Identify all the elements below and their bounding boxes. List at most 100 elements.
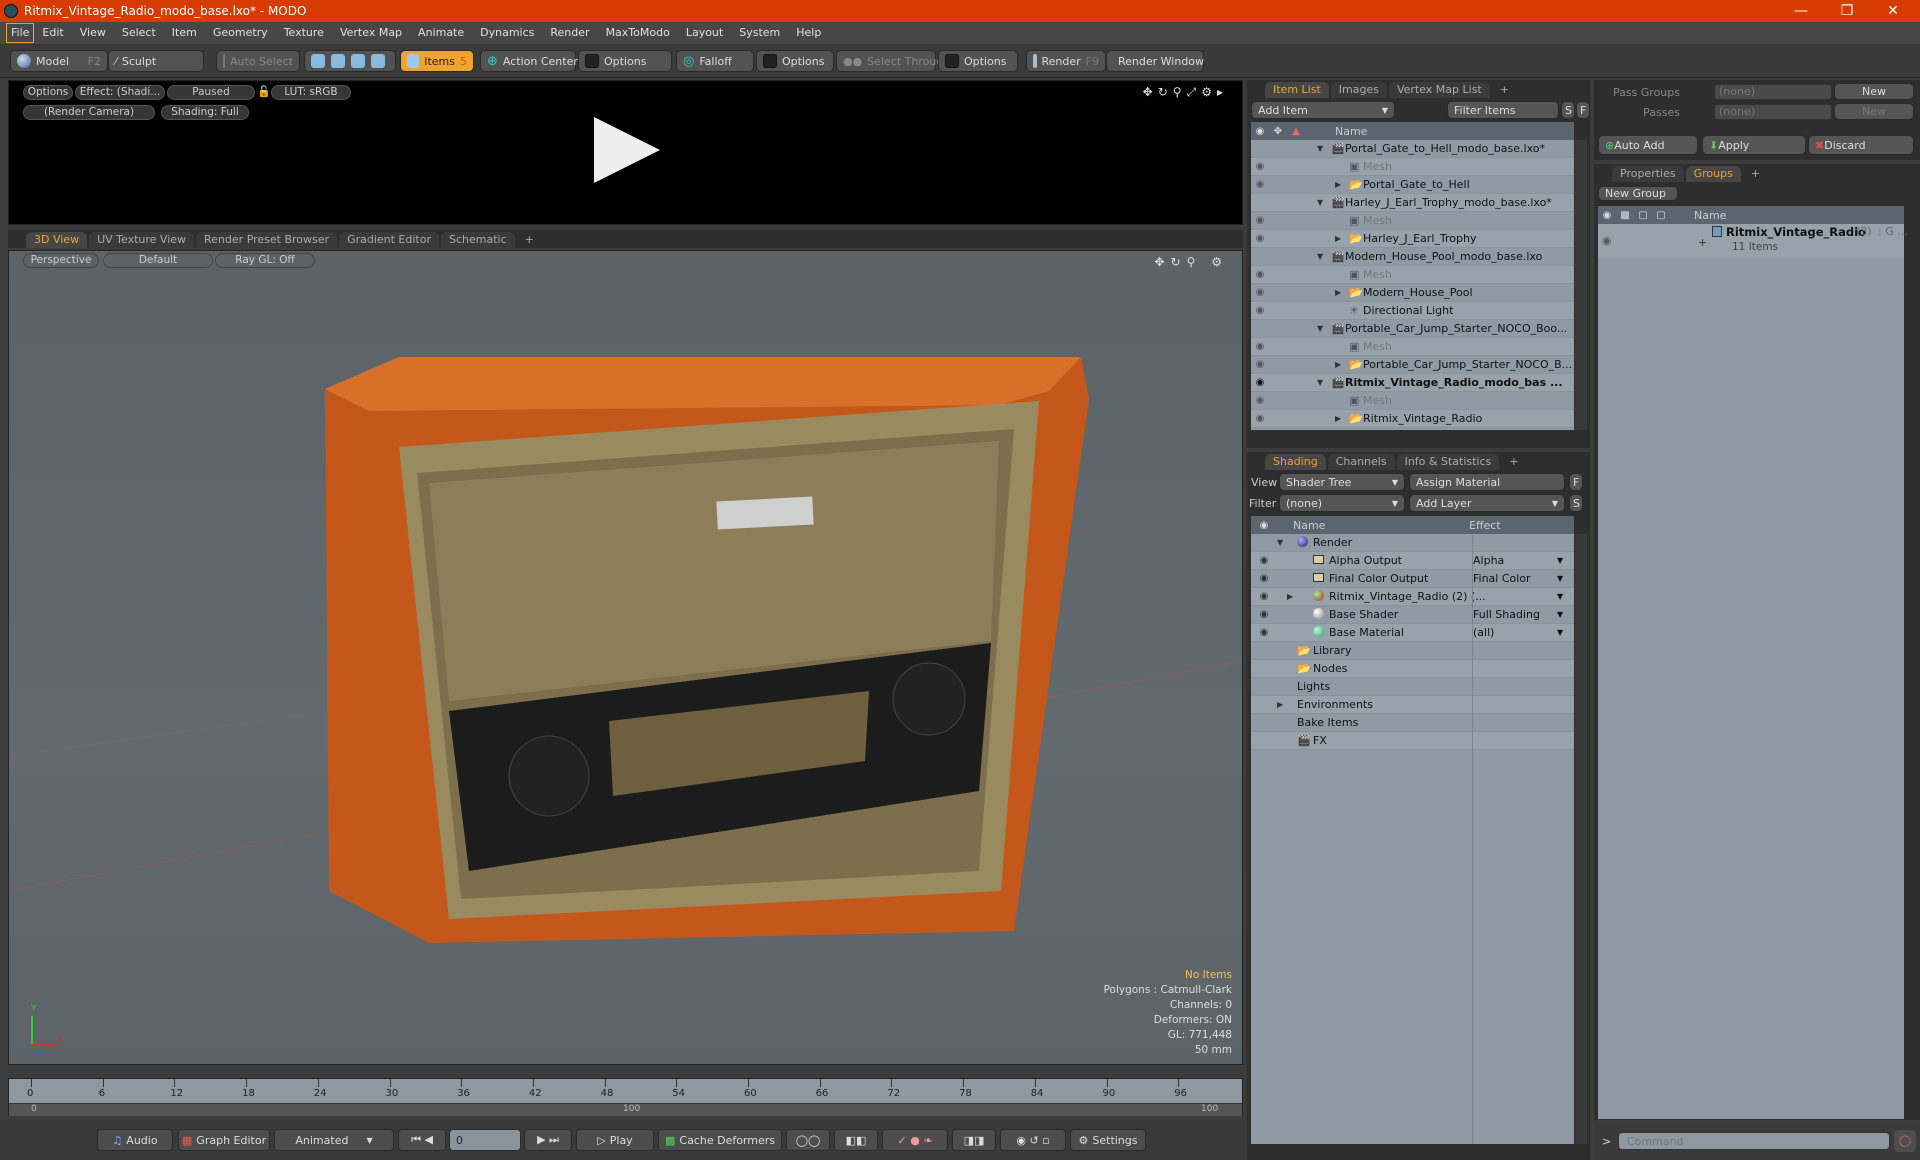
prev-key-buttons[interactable]: ◧◧ [834, 1129, 878, 1151]
settings-button[interactable]: ⚙ Settings [1070, 1129, 1146, 1151]
new-pass-button[interactable]: New [1834, 103, 1914, 120]
item-row[interactable]: ◉ ▣ Mesh [1251, 212, 1574, 230]
record-macro-icon[interactable]: ◯ [1894, 1130, 1916, 1152]
item-row[interactable]: ◉ ▼ 🎬 Ritmix_Vintage_Radio_modo_bas ... [1251, 374, 1574, 392]
rotate-icon[interactable]: ↻ [1158, 85, 1173, 99]
effect-dropdown-icon[interactable]: ▼ [1557, 592, 1563, 601]
preview-shading-dropdown[interactable]: Shading: Full [161, 105, 249, 120]
effect-dropdown-icon[interactable]: ▼ [1557, 574, 1563, 583]
passes-dropdown[interactable]: (none) [1714, 104, 1832, 120]
shader-tree-scrollbar[interactable] [1575, 534, 1587, 1144]
select-through-button[interactable]: ●● Select Through [836, 50, 950, 72]
preview-paused-button[interactable]: Paused [167, 85, 255, 100]
go-to-end-button[interactable]: ▶ ⏭ [524, 1129, 572, 1151]
shader-row[interactable]: 🎬 FX [1251, 732, 1574, 750]
item-row[interactable]: ▼ 🎬 Modern_House_Pool_modo_base.lxo [1251, 248, 1574, 266]
menu-edit[interactable]: Edit [34, 24, 71, 42]
eye-icon[interactable]: ◉ [1251, 269, 1269, 280]
assign-material-button[interactable]: Assign Material [1409, 473, 1565, 491]
key-record-buttons[interactable]: ✓ ● ❧ [882, 1129, 948, 1151]
item-row[interactable]: ▼ 🎬 Portal_Gate_to_Hell_modo_base.lxo* [1251, 140, 1574, 158]
menu-layout[interactable]: Layout [678, 24, 731, 42]
minimize-button[interactable]: — [1778, 0, 1824, 22]
expand-arrow-icon[interactable]: ▶ [1335, 414, 1341, 423]
expand-arrow-icon[interactable]: ▶ [1335, 288, 1341, 297]
shader-row[interactable]: 📂 Library [1251, 642, 1574, 660]
arrow-right-icon[interactable]: ▸ [1217, 85, 1228, 99]
item-row[interactable]: ◉ ▶ 📂 Portable_Car_Jump_Starter_NOCO_B... [1251, 356, 1574, 374]
effect-dropdown-icon[interactable]: ▼ [1557, 556, 1563, 565]
tab-shading[interactable]: Shading [1265, 454, 1326, 470]
preview-camera-dropdown[interactable]: (Render Camera) [23, 105, 155, 120]
command-input[interactable] [1618, 1132, 1890, 1150]
filter-dropdown[interactable]: (none) ▼ [1279, 494, 1405, 512]
expand-arrow-icon[interactable]: ▶ [1277, 700, 1283, 709]
tab-uv-texture-view[interactable]: UV Texture View [89, 232, 195, 248]
tab-schematic[interactable]: Schematic [441, 232, 515, 248]
apply-button[interactable]: ⬇ Apply [1702, 135, 1806, 155]
add-tab-button[interactable]: + [1501, 454, 1526, 470]
tab-channels[interactable]: Channels [1327, 454, 1395, 470]
eye-icon[interactable]: ◉ [1251, 555, 1277, 566]
play-icon[interactable] [594, 117, 660, 183]
shader-row[interactable]: Lights [1251, 678, 1574, 696]
discard-button[interactable]: ✖ Discard [1808, 135, 1914, 155]
expand-icon[interactable]: + [1698, 236, 1707, 249]
item-row[interactable]: ◉ ▶ 📂 Portal_Gate_to_Hell [1251, 176, 1574, 194]
cache-deformers-button[interactable]: ▩ Cache Deformers [658, 1129, 782, 1151]
add-item-dropdown[interactable]: Add Item ▼ [1251, 101, 1395, 119]
tab-images[interactable]: Images [1330, 82, 1387, 98]
new-pass-group-button[interactable]: New [1834, 83, 1914, 100]
select-through-options-button[interactable]: Options [938, 50, 1018, 72]
add-tab-button[interactable]: + [1492, 82, 1517, 98]
add-tab-button[interactable]: + [1743, 166, 1768, 182]
item-list-scrollbar[interactable] [1575, 140, 1587, 430]
item-row[interactable]: ◉ ▶ 📂 Harley_J_Earl_Trophy [1251, 230, 1574, 248]
eye-icon[interactable]: ◉ [1251, 233, 1269, 244]
item-row[interactable]: ◉ ▣ Mesh [1251, 392, 1574, 410]
action-center-button[interactable]: ⊕ Action Center [480, 50, 578, 72]
tab-vertex-map-list[interactable]: Vertex Map List [1388, 82, 1490, 98]
auto-select-button[interactable]: Auto Select [216, 50, 300, 72]
move-icon[interactable]: ✥ [1143, 85, 1158, 99]
shading-s-button[interactable]: S [1569, 494, 1583, 512]
eye-icon[interactable]: ◉ [1251, 627, 1277, 638]
expand-arrow-icon[interactable]: ▼ [1317, 324, 1323, 333]
eye-icon[interactable]: ◉ [1251, 215, 1269, 226]
menu-item[interactable]: Item [164, 24, 205, 42]
expand-arrow-icon[interactable]: ▶ [1335, 234, 1341, 243]
eye-icon[interactable]: ◉ [1251, 161, 1269, 172]
effect-dropdown-icon[interactable]: ▼ [1557, 610, 1563, 619]
item-row[interactable]: ◉ ▶ 📂 Ritmix_Vintage_Radio [1251, 410, 1574, 428]
expand-arrow-icon[interactable]: ▶ [1335, 360, 1341, 369]
add-tab-button[interactable]: + [517, 232, 542, 248]
keyframe-tools-1[interactable]: ◯◯ [786, 1129, 830, 1151]
next-key-buttons[interactable]: ◨◨ [952, 1129, 996, 1151]
animated-dropdown[interactable]: Animated ▼ [274, 1129, 394, 1151]
effect-value[interactable]: Final Color [1473, 572, 1531, 585]
eye-icon[interactable]: ◉ [1251, 179, 1269, 190]
item-row[interactable]: ▼ 🎬 Portable_Car_Jump_Starter_NOCO_Boo... [1251, 320, 1574, 338]
tab-info-statistics[interactable]: Info & Statistics [1396, 454, 1500, 470]
polygons-mode-icon[interactable] [351, 54, 365, 68]
tab-properties[interactable]: Properties [1612, 166, 1684, 182]
view-dropdown[interactable]: Shader Tree ▼ [1279, 473, 1405, 491]
key-misc-buttons[interactable]: ◉ ↺ ▫ [1000, 1129, 1066, 1151]
shader-row[interactable]: 📂 Nodes [1251, 660, 1574, 678]
expand-arrow-icon[interactable]: ▼ [1317, 252, 1323, 261]
eye-icon[interactable]: ◉ [1251, 413, 1269, 424]
tab-gradient-editor[interactable]: Gradient Editor [339, 232, 439, 248]
auto-add-button[interactable]: ⊕ Auto Add [1598, 135, 1698, 155]
action-center-options-button[interactable]: Options [578, 50, 672, 72]
shader-row[interactable]: ◉ Base Shader Full Shading ▼ [1251, 606, 1574, 624]
tab-item-list[interactable]: Item List [1265, 82, 1329, 98]
shader-row[interactable]: ▼ Render [1251, 534, 1574, 552]
close-button[interactable]: ✕ [1870, 0, 1916, 22]
preview-effect-dropdown[interactable]: Effect: (Shadi... [75, 85, 165, 100]
shader-row[interactable]: ◉ ▶ Ritmix_Vintage_Radio (2) (... ▼ [1251, 588, 1574, 606]
expand-arrow-icon[interactable]: ▶ [1335, 180, 1341, 189]
materials-mode-icon[interactable] [371, 54, 385, 68]
vertices-mode-icon[interactable] [311, 54, 325, 68]
item-row[interactable]: ◉ ▣ Mesh [1251, 338, 1574, 356]
effect-value[interactable]: Full Shading [1473, 608, 1540, 621]
